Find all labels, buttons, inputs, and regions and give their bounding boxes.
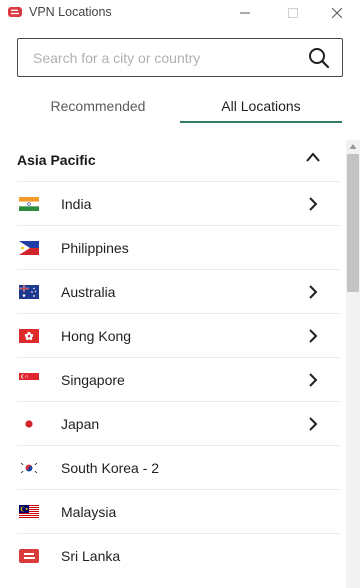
vpn-locations-window: VPN Locations Recommended All Locations bbox=[0, 0, 360, 588]
chevron-right-icon[interactable] bbox=[308, 416, 318, 432]
section-header-asia-pacific[interactable]: Asia Pacific bbox=[17, 140, 340, 181]
search-input[interactable] bbox=[18, 39, 298, 76]
expressvpn-logo-icon bbox=[8, 7, 22, 17]
location-name: Japan bbox=[61, 416, 100, 432]
minimize-icon bbox=[240, 12, 250, 14]
location-name: Malaysia bbox=[61, 504, 117, 520]
south-korea-flag-icon bbox=[19, 461, 39, 475]
scrollbar[interactable] bbox=[346, 140, 360, 588]
sri-lanka-flag-icon bbox=[19, 549, 39, 563]
minimize-button[interactable] bbox=[222, 0, 268, 26]
search-icon[interactable] bbox=[308, 47, 330, 69]
location-item-philippines[interactable]: Philippines bbox=[17, 225, 340, 269]
chevron-right-icon[interactable] bbox=[308, 284, 318, 300]
title-bar: VPN Locations bbox=[0, 0, 360, 26]
location-item-hong-kong[interactable]: Hong Kong bbox=[17, 313, 340, 357]
chevron-up-icon bbox=[306, 152, 320, 162]
location-name: Hong Kong bbox=[61, 328, 132, 344]
location-name: Australia bbox=[61, 284, 116, 300]
location-item-singapore[interactable]: Singapore bbox=[17, 357, 340, 401]
chevron-right-icon[interactable] bbox=[308, 328, 318, 344]
tab-recommended[interactable]: Recommended bbox=[18, 98, 178, 122]
active-tab-indicator bbox=[180, 121, 342, 123]
japan-flag-icon bbox=[19, 417, 39, 431]
scroll-up-arrow-icon[interactable] bbox=[349, 143, 357, 151]
philippines-flag-icon bbox=[19, 241, 39, 255]
location-item-australia[interactable]: Australia bbox=[17, 269, 340, 313]
malaysia-flag-icon bbox=[19, 505, 39, 519]
location-item-malaysia[interactable]: Malaysia bbox=[17, 489, 340, 533]
chevron-right-icon[interactable] bbox=[308, 372, 318, 388]
window-title: VPN Locations bbox=[29, 5, 112, 19]
hong-kong-flag-icon bbox=[19, 329, 39, 343]
location-name: South Korea - 2 bbox=[61, 460, 160, 476]
location-item-south-korea[interactable]: South Korea - 2 bbox=[17, 445, 340, 489]
maximize-button[interactable] bbox=[270, 0, 316, 26]
location-name: Singapore bbox=[61, 372, 125, 388]
chevron-right-icon[interactable] bbox=[308, 196, 318, 212]
close-icon bbox=[332, 8, 342, 18]
australia-flag-icon bbox=[19, 285, 39, 299]
singapore-flag-icon bbox=[19, 373, 39, 387]
search-box bbox=[17, 38, 343, 77]
maximize-icon bbox=[288, 8, 298, 18]
scrollbar-thumb[interactable] bbox=[347, 154, 359, 292]
location-name: India bbox=[61, 196, 92, 212]
section-title: Asia Pacific bbox=[17, 152, 96, 168]
location-item-india[interactable]: India bbox=[17, 181, 340, 225]
india-flag-icon bbox=[19, 197, 39, 211]
location-item-sri-lanka[interactable]: Sri Lanka bbox=[17, 533, 340, 577]
location-item-japan[interactable]: Japan bbox=[17, 401, 340, 445]
tab-all-locations[interactable]: All Locations bbox=[180, 98, 342, 122]
location-name: Philippines bbox=[61, 240, 129, 256]
close-button[interactable] bbox=[314, 0, 360, 26]
location-name: Sri Lanka bbox=[61, 548, 121, 564]
